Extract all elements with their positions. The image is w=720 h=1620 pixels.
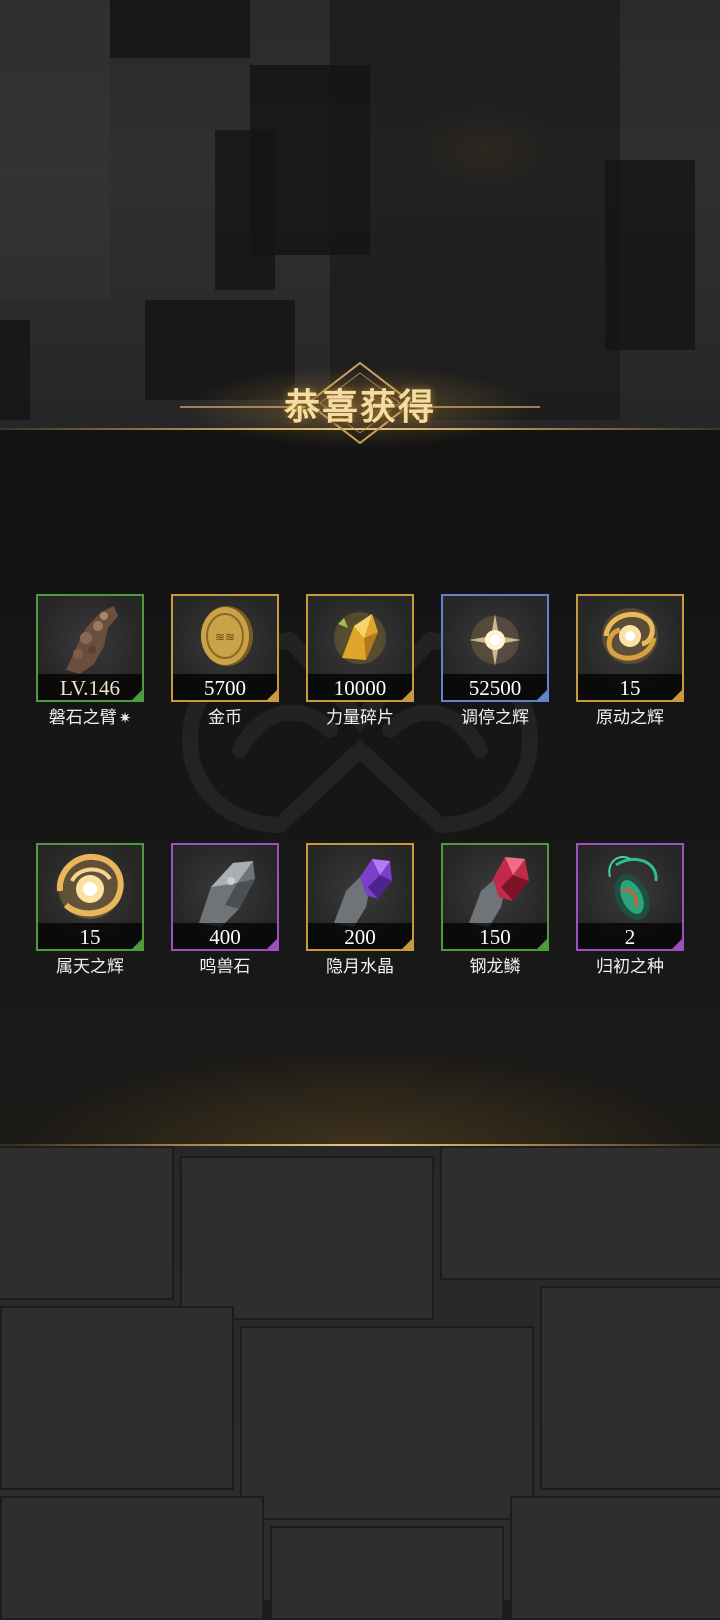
- item-frame: 15: [576, 594, 684, 702]
- grey-crystal-icon: [199, 861, 255, 927]
- reward-title: 恭喜获得: [283, 387, 436, 427]
- background-pillar: [215, 130, 275, 290]
- reward-item[interactable]: ≋≋ 5700 金币: [171, 594, 279, 728]
- floor-tile: [540, 1286, 720, 1490]
- gold-coin-icon: ≋≋: [201, 606, 253, 666]
- item-frame: 10000: [306, 594, 414, 702]
- reward-item[interactable]: 15 原动之辉: [576, 594, 684, 728]
- rarity-corner: [537, 690, 547, 700]
- rarity-corner: [132, 690, 142, 700]
- item-name: 归初之种: [596, 957, 664, 976]
- rarity-corner: [132, 939, 142, 949]
- floor-tile: [270, 1526, 504, 1620]
- reward-item[interactable]: 200 隐月水晶: [306, 843, 414, 977]
- purple-crystal-icon: [334, 859, 392, 927]
- floor-tile: [180, 1156, 434, 1320]
- item-frame: 400: [171, 843, 279, 951]
- background-pillar: [605, 160, 695, 350]
- flame-orb-icon: [56, 853, 124, 919]
- panel-bottom-line: [0, 1144, 720, 1146]
- floor-tile: [0, 1496, 264, 1620]
- item-name: 调停之辉: [461, 708, 529, 727]
- red-crystal-icon: [469, 857, 529, 927]
- reward-item[interactable]: 2 归初之种: [576, 843, 684, 977]
- item-frame: 150: [441, 843, 549, 951]
- item-count: 200: [344, 925, 376, 949]
- item-count: 10000: [333, 676, 387, 700]
- reward-item[interactable]: 400 鸣兽石: [171, 843, 279, 977]
- item-frame: 52500: [441, 594, 549, 702]
- glow-orb-icon: [469, 614, 521, 666]
- green-seed-icon: [608, 856, 658, 920]
- rarity-corner: [267, 939, 277, 949]
- item-count: 5700: [204, 676, 246, 700]
- rarity-corner: [672, 690, 682, 700]
- floor-tile: [510, 1496, 720, 1620]
- background-pillar: [110, 0, 250, 58]
- reward-item[interactable]: LV.146 磐石之臂 ✷: [36, 594, 144, 728]
- floor-tile: [240, 1326, 534, 1520]
- floor-tile: [440, 1146, 720, 1280]
- item-count: 2: [624, 925, 636, 949]
- item-count: LV.146: [59, 676, 121, 700]
- floor-tile: [0, 1306, 234, 1490]
- rarity-corner: [402, 939, 412, 949]
- rarity-corner: [402, 690, 412, 700]
- item-frame: 2: [576, 843, 684, 951]
- item-name: 金币: [208, 708, 242, 727]
- reward-item[interactable]: 150 钢龙鳞: [441, 843, 549, 977]
- star-icon: ✷: [118, 711, 132, 727]
- item-count: 15: [79, 925, 101, 949]
- background-wall: [0, 0, 110, 300]
- item-frame: 15: [36, 843, 144, 951]
- reward-item[interactable]: 10000 力量碎片: [306, 594, 414, 728]
- item-name-row: 磐石之臂 ✷: [36, 703, 144, 728]
- rarity-corner: [672, 939, 682, 949]
- rarity-corner: [267, 690, 277, 700]
- item-count: 52500: [468, 676, 522, 700]
- reward-item[interactable]: 15 属天之辉: [36, 843, 144, 977]
- item-name: 钢龙鳞: [469, 957, 521, 976]
- item-name: 磐石之臂: [48, 708, 117, 727]
- item-name: 属天之辉: [56, 957, 124, 976]
- item-count: 400: [209, 925, 241, 949]
- svg-text:≋≋: ≋≋: [215, 630, 235, 644]
- item-name: 力量碎片: [326, 708, 394, 727]
- reward-item[interactable]: 52500 调停之辉: [441, 594, 549, 728]
- swirl-orb-icon: [602, 608, 658, 664]
- item-count: 150: [479, 925, 511, 949]
- item-frame: ≋≋ 5700: [171, 594, 279, 702]
- item-frame: 200: [306, 843, 414, 951]
- background-floor: [0, 1146, 720, 1620]
- item-frame: LV.146: [36, 594, 144, 702]
- rarity-corner: [537, 939, 547, 949]
- floor-tile: [0, 1146, 174, 1300]
- panel-bottom-glow: [0, 1040, 720, 1146]
- item-name: 隐月水晶: [326, 957, 394, 976]
- power-shard-icon: [334, 612, 386, 664]
- stone-arm-icon: [66, 606, 118, 674]
- item-name: 鸣兽石: [199, 957, 251, 976]
- item-name: 原动之辉: [596, 708, 664, 727]
- item-count: 15: [619, 676, 641, 700]
